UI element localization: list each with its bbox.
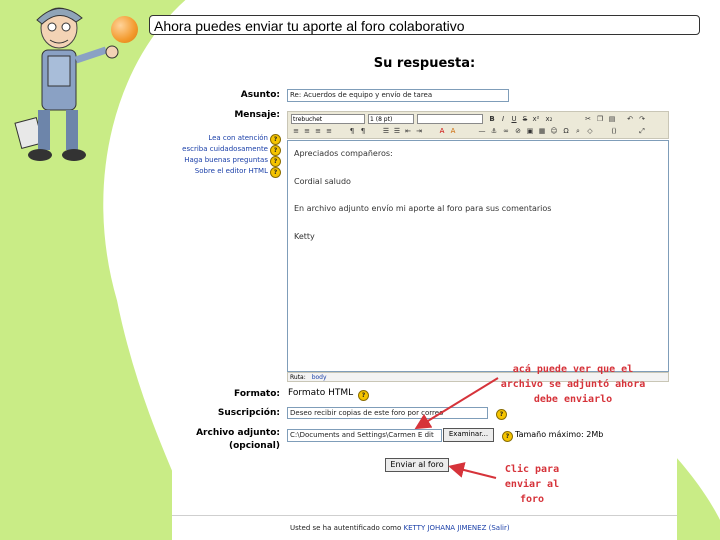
rtl-icon[interactable]: ¶ bbox=[359, 127, 367, 135]
annotation-line: foro bbox=[519, 494, 545, 505]
examinar-button[interactable]: Examinar... bbox=[443, 428, 494, 442]
superscript-icon[interactable]: x² bbox=[532, 115, 540, 123]
subscript-icon[interactable]: x₂ bbox=[545, 115, 553, 123]
strikethrough-icon[interactable]: S bbox=[521, 115, 529, 123]
path-body-link[interactable]: body bbox=[312, 374, 327, 381]
underline-icon[interactable]: U bbox=[510, 115, 518, 123]
annotation-line: debe enviarlo bbox=[533, 394, 613, 405]
suscripcion-label: Suscripción: bbox=[217, 408, 280, 418]
font-select[interactable]: trebuchet bbox=[291, 114, 365, 124]
special-char-icon[interactable]: Ω bbox=[562, 127, 570, 135]
message-line: Ketty bbox=[294, 232, 315, 241]
hint-preguntas[interactable]: Haga buenas preguntas bbox=[172, 156, 268, 164]
asunto-input[interactable]: Re: Acuerdos de equipo y envío de tarea bbox=[287, 89, 509, 102]
login-prefix: Usted se ha autentificado como bbox=[290, 524, 402, 532]
ordered-list-icon[interactable]: ☰ bbox=[382, 127, 390, 135]
message-line: Apreciados compañeros: bbox=[294, 149, 393, 158]
annotation-line: acá puede ver que el bbox=[512, 364, 634, 375]
logout-link[interactable]: (Salir) bbox=[489, 524, 510, 532]
table-icon[interactable]: ▦ bbox=[538, 127, 546, 135]
horizontal-rule-icon[interactable]: — bbox=[478, 127, 486, 135]
mensaje-label: Mensaje: bbox=[234, 110, 280, 120]
formato-label: Formato: bbox=[234, 389, 280, 399]
hint-escriba[interactable]: escriba cuidadosamente bbox=[172, 145, 268, 153]
bold-icon[interactable]: B bbox=[488, 115, 496, 123]
help-icon[interactable]: ? bbox=[270, 145, 281, 156]
align-right-icon[interactable]: ≡ bbox=[314, 127, 322, 135]
ltr-icon[interactable]: ¶ bbox=[348, 127, 356, 135]
attachment-path-input[interactable]: C:\Documents and Settings\Carmen E dit bbox=[287, 429, 442, 442]
formato-value: Formato HTML bbox=[288, 388, 354, 398]
message-editor[interactable]: Apreciados compañeros: Cordial saludo En… bbox=[287, 140, 669, 372]
max-size-text: Tamaño máximo: 2Mb bbox=[515, 430, 604, 439]
attachment-annotation: acá puede ver que el archivo se adjuntó … bbox=[478, 362, 668, 407]
help-icon[interactable]: ? bbox=[502, 431, 513, 442]
code-view-icon[interactable]: ⟨⟩ bbox=[610, 127, 618, 135]
forum-reply-panel: Su respuesta: Asunto: Re: Acuerdos de eq… bbox=[172, 48, 677, 540]
help-icon[interactable]: ? bbox=[496, 409, 507, 420]
orange-bullet-icon bbox=[111, 16, 138, 43]
size-select[interactable]: 1 (8 pt) bbox=[368, 114, 414, 124]
hint-lea[interactable]: Lea con atención bbox=[172, 134, 268, 142]
fullscreen-icon[interactable]: ⤢ bbox=[638, 127, 646, 135]
style-select[interactable] bbox=[417, 114, 483, 124]
undo-icon[interactable]: ↶ bbox=[626, 115, 634, 123]
help-icon[interactable]: ? bbox=[270, 134, 281, 145]
link-icon[interactable]: ∞ bbox=[502, 127, 510, 135]
login-info: Usted se ha autentificado como KETTY JOH… bbox=[290, 524, 510, 532]
form-heading: Su respuesta: bbox=[373, 56, 476, 71]
suscripcion-select[interactable]: Deseo recibir copias de este foro por co… bbox=[287, 407, 488, 419]
search-icon[interactable]: ⌕ bbox=[574, 127, 582, 135]
footer-divider bbox=[172, 515, 677, 516]
enviar-foro-button[interactable]: Enviar al foro bbox=[385, 458, 449, 472]
unordered-list-icon[interactable]: ☰ bbox=[393, 127, 401, 135]
align-left-icon[interactable]: ≡ bbox=[292, 127, 300, 135]
adjunto-label: Archivo adjunto: bbox=[196, 428, 280, 438]
anchor-icon[interactable]: ⚓ bbox=[490, 127, 498, 135]
html-editor-toolbar: trebuchet 1 (8 pt) B I U S x² x₂ ✂ ❐ ▤ ↶… bbox=[287, 111, 669, 139]
align-center-icon[interactable]: ≡ bbox=[303, 127, 311, 135]
copy-icon[interactable]: ❐ bbox=[596, 115, 604, 123]
italic-icon[interactable]: I bbox=[499, 115, 507, 123]
indent-icon[interactable]: ⇥ bbox=[415, 127, 423, 135]
annotation-line: enviar al bbox=[504, 479, 560, 490]
smiley-icon[interactable]: ☺ bbox=[550, 127, 558, 135]
paste-icon[interactable]: ▤ bbox=[608, 115, 616, 123]
redo-icon[interactable]: ↷ bbox=[638, 115, 646, 123]
message-line: En archivo adjunto envío mi aporte al fo… bbox=[294, 204, 552, 213]
annotation-line: Clic para bbox=[504, 464, 560, 475]
slide-title: Ahora puedes enviar tu aporte al foro co… bbox=[149, 15, 700, 35]
send-annotation: Clic para enviar al foro bbox=[492, 462, 572, 507]
help-icon[interactable]: ? bbox=[270, 156, 281, 167]
asunto-label: Asunto: bbox=[240, 90, 280, 100]
html-source-icon[interactable]: ◇ bbox=[586, 127, 594, 135]
cut-icon[interactable]: ✂ bbox=[584, 115, 592, 123]
bg-color-icon[interactable]: A bbox=[449, 127, 457, 135]
text-color-icon[interactable]: A bbox=[438, 127, 446, 135]
adjunto-optional: (opcional) bbox=[228, 441, 280, 451]
outdent-icon[interactable]: ⇤ bbox=[404, 127, 412, 135]
unlink-icon[interactable]: ⊘ bbox=[514, 127, 522, 135]
user-link[interactable]: KETTY JOHANA JIMENEZ bbox=[404, 524, 487, 532]
annotation-line: archivo se adjuntó ahora bbox=[500, 379, 646, 390]
message-line: Cordial saludo bbox=[294, 177, 351, 186]
image-icon[interactable]: ▣ bbox=[526, 127, 534, 135]
help-icon[interactable]: ? bbox=[270, 167, 281, 178]
justify-icon[interactable]: ≡ bbox=[325, 127, 333, 135]
hint-editor[interactable]: Sobre el editor HTML bbox=[172, 167, 268, 175]
path-prefix: Ruta: bbox=[290, 374, 306, 381]
help-icon[interactable]: ? bbox=[358, 390, 369, 401]
